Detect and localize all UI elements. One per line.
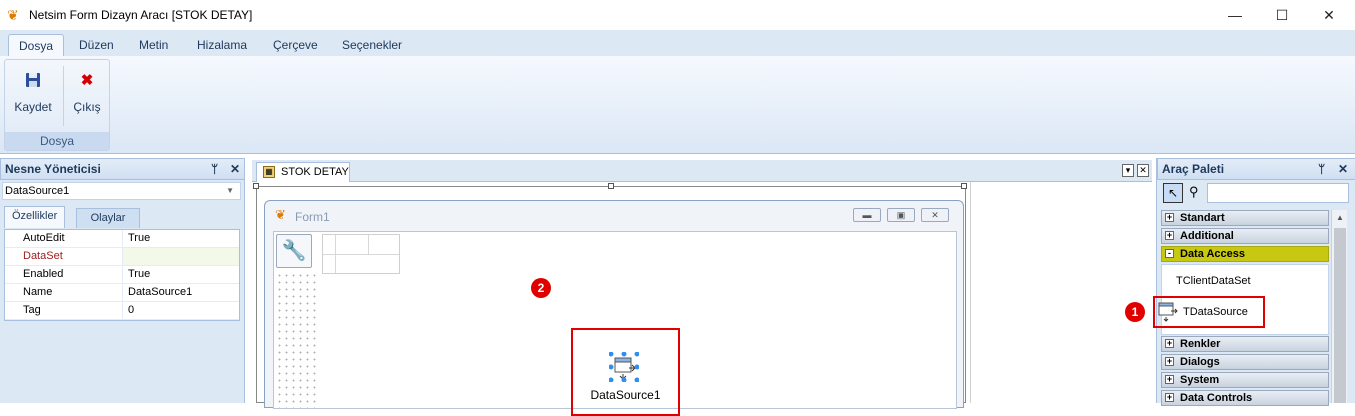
resize-handle[interactable] [608,183,614,189]
category-additional[interactable]: + Additional [1161,228,1329,244]
scroll-thumb[interactable] [1334,228,1346,403]
scroll-up-icon[interactable]: ▲ [1332,210,1348,226]
form-window[interactable]: ❦ Form1 ▬ ▣ ✕ 🔧 2 DataSource1 [264,200,964,416]
resize-handle[interactable] [253,183,259,189]
form-butterfly-icon: ❦ [275,207,286,222]
minimize-button[interactable]: — [1212,0,1258,30]
form-title: Form1 [295,210,330,224]
category-data-controls[interactable]: + Data Controls [1161,390,1329,406]
close-document-icon[interactable]: ✕ [1137,164,1149,177]
property-name: DataSet [5,248,123,265]
dot-grid [276,272,318,408]
chevron-down-icon: ▼ [226,186,234,195]
selected-object-value: DataSource1 [5,185,70,197]
datasource-component-icon [609,352,639,382]
object-inspector-panel: Nesne Yöneticisi ᛘ ✕ DataSource1 ▼ Özell… [0,158,245,403]
pin-icon[interactable]: ᛘ [211,159,218,179]
document-tab-label: STOK DETAY [281,166,349,178]
marker-badge-2: 2 [531,278,551,298]
form-close-icon: ✕ [921,208,949,222]
ribbon-tab-bar: Dosya Düzen Metin Hizalama Çerçeve Seçen… [0,30,1355,57]
form-minimize-icon: ▬ [853,208,881,222]
category-dialogs[interactable]: + Dialogs [1161,354,1329,370]
palette-item-tdatasource[interactable]: TDataSource [1153,296,1265,328]
dropdown-icon[interactable]: ▾ [1122,164,1134,177]
property-value[interactable]: True [123,230,239,247]
tool-palette-panel: Araç Paleti ᛘ ✕ ↖ ⚲ + Standart + Additiona… [1125,158,1355,406]
title-bar: ❦ Netsim Form Dizayn Aracı [STOK DETAY] … [0,0,1355,30]
palette-toolbar: ↖ ⚲ [1161,182,1351,204]
property-grid: AutoEdit True DataSet Enabled True Name … [4,229,240,321]
resize-handle[interactable] [961,183,967,189]
palette-search-input[interactable] [1207,183,1349,203]
palette-item-tclientdataset[interactable]: TClientDataSet [1176,275,1251,287]
property-row[interactable]: DataSet [5,248,239,266]
close-button[interactable]: ✕ [1306,0,1352,30]
property-value[interactable]: True [123,266,239,283]
tab-metin[interactable]: Metin [129,34,178,57]
property-name: Name [5,284,123,301]
palette-item-label: TDataSource [1183,306,1248,318]
object-select[interactable]: DataSource1 ▼ [2,182,241,200]
exit-button-label: Çıkış [73,100,101,114]
property-value[interactable]: DataSource1 [123,284,239,301]
exit-icon: ✖ [80,72,94,89]
property-name: Enabled [5,266,123,283]
tab-hizalama[interactable]: Hizalama [187,34,257,57]
category-system[interactable]: + System [1161,372,1329,388]
search-icon: ⚲ [1189,184,1199,199]
object-inspector-title: Nesne Yöneticisi [5,162,101,176]
category-renkler[interactable]: + Renkler [1161,336,1329,352]
property-row[interactable]: Enabled True [5,266,239,284]
property-value[interactable] [123,248,239,265]
exit-button[interactable]: ✖ Çıkış [63,66,111,124]
tab-secenekler[interactable]: Seçenekler [332,34,412,57]
app-butterfly-icon: ❦ [7,7,19,23]
inspector-tabs: Özellikler Olaylar [2,206,241,228]
tab-dosya[interactable]: Dosya [8,34,65,57]
form-client-area[interactable]: 🔧 2 DataSource1 [273,231,957,416]
property-row[interactable]: Name DataSource1 [5,284,239,302]
tab-olaylar[interactable]: Olaylar [76,208,140,228]
window-title: Netsim Form Dizayn Aracı [STOK DETAY] [29,8,253,22]
property-row[interactable]: AutoEdit True [5,230,239,248]
category-standart[interactable]: + Standart [1161,210,1329,226]
object-inspector-header: Nesne Yöneticisi ᛘ ✕ [0,158,245,180]
close-panel-icon[interactable]: ✕ [230,159,240,179]
category-data-access[interactable]: - Data Access [1161,246,1329,262]
pin-icon[interactable]: ᛘ [1318,159,1325,179]
tool-palette-header: Araç Paleti ᛘ ✕ [1157,158,1355,180]
tab-ozellikler[interactable]: Özellikler [4,206,66,228]
maximize-button[interactable]: ☐ [1259,0,1305,30]
property-name: Tag [5,302,123,319]
marker-badge-1: 1 [1125,302,1145,322]
form-design-frame: ❦ Form1 ▬ ▣ ✕ 🔧 2 DataSource1 [253,183,967,416]
ribbon-group-label: Dosya [5,132,109,150]
document-icon: ▦ [263,166,275,178]
document-tab-bar: ▦ STOK DETAY ▾ ✕ [252,160,1152,183]
design-canvas: ❦ Form1 ▬ ▣ ✕ 🔧 2 DataSource1 [252,182,1152,416]
document-tab[interactable]: ▦ STOK DETAY [256,162,350,183]
palette-scrollbar[interactable]: ▲ [1331,210,1347,403]
cursor-pointer-icon[interactable]: ↖ [1163,183,1183,203]
save-icon [24,72,42,90]
palette-list: + Standart + Additional - Data Access TClie… [1125,210,1329,406]
wrench-icon[interactable]: 🔧 [276,234,312,268]
empty-design-area [970,182,1152,403]
tab-duzen[interactable]: Düzen [69,34,124,57]
save-button-label: Kaydet [14,100,52,114]
property-row[interactable]: Tag 0 [5,302,239,320]
property-value[interactable]: 0 [123,302,239,319]
ribbon-group-dosya: Kaydet ✖ Çıkış Dosya [4,59,110,151]
tool-palette-title: Araç Paleti [1162,162,1225,176]
datasource-palette-icon [1158,302,1178,322]
table-component[interactable] [322,234,400,274]
component-label: DataSource1 [590,388,661,402]
ribbon-panel: Kaydet ✖ Çıkış Dosya [0,56,1355,154]
form-maximize-icon: ▣ [887,208,915,222]
save-button[interactable]: Kaydet [9,66,57,124]
property-name: AutoEdit [5,230,123,247]
tab-cerceve[interactable]: Çerçeve [263,34,328,57]
close-panel-icon[interactable]: ✕ [1338,159,1348,179]
